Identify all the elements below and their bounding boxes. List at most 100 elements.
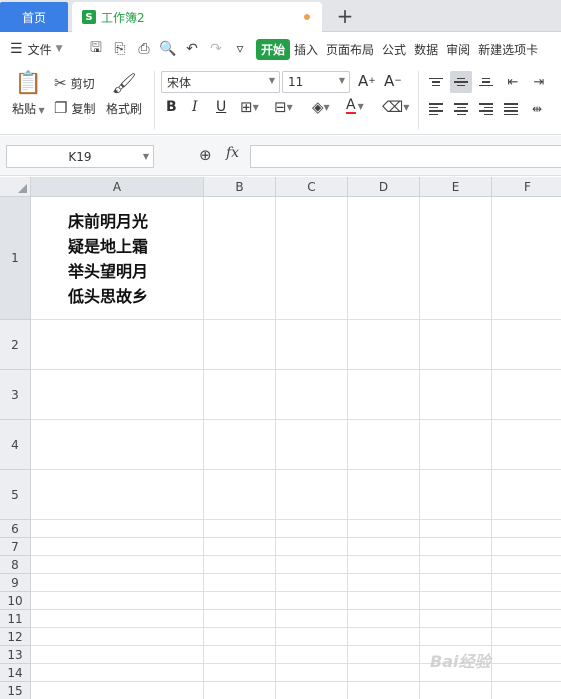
tab-home[interactable]: 首页 [0,2,68,32]
tab-workbook-label: 工作簿2 [101,10,145,25]
column-header-d[interactable]: D [348,177,420,197]
format-painter-label: 格式刷 [106,102,143,116]
grow-font-label: A [358,72,369,90]
ribbon-tab-formulas[interactable]: 公式 [378,41,410,58]
align-top-button[interactable] [425,71,447,93]
shrink-font-button[interactable]: A − [384,72,402,90]
chevron-down-icon: ▼ [268,76,275,85]
save-icon[interactable]: 🖫 [84,37,108,61]
unsaved-indicator [304,14,310,20]
select-all-corner[interactable] [0,177,31,197]
name-box-value: K19 [68,149,92,164]
align-bottom-button[interactable] [475,71,497,93]
italic-button[interactable]: I [192,99,198,115]
align-left-button[interactable] [425,98,447,120]
poem-line: 床前明月光 [68,212,149,231]
row-header-8[interactable]: 8 [0,556,31,574]
column-header-e[interactable]: E [420,177,492,197]
gridline [31,469,561,470]
print-icon[interactable]: ⎙ [132,41,156,57]
copy-icon: ❐ [54,99,68,117]
grow-font-button[interactable]: A + [358,72,376,90]
clear-button[interactable]: ⌫ ▼ [382,98,409,116]
gridline [31,519,561,520]
ribbon-tab-review[interactable]: 审阅 [442,41,474,58]
formula-input[interactable] [250,145,561,168]
format-painter-button[interactable]: 🖌 格式刷 [106,71,142,117]
tab-bar: 首页 S 工作簿2 + [0,0,561,32]
paint-bucket-icon: ◈ [312,98,324,116]
gridline [347,197,348,699]
cell-a1[interactable]: 床前明月光 疑是地上霜 举头望明月 低头思故乡 [68,209,148,309]
gridline [31,609,561,610]
gridline [31,369,561,370]
name-box[interactable]: K19 ▼ [6,145,154,168]
paste-button[interactable]: 📋 粘贴 ▼ [12,71,45,117]
font-color-button[interactable]: A ▼ [346,98,364,114]
ribbon: 📋 粘贴 ▼ ✂ 剪切 ❐ 复制 🖌 格式刷 宋体 ▼ 11 ▼ A + A − B… [0,65,561,135]
formula-bar: K19 ▼ ⊕ fx [0,136,561,176]
align-right-button[interactable] [475,98,497,120]
row-header-14[interactable]: 14 [0,664,31,682]
bold-button[interactable]: B [166,99,177,115]
tab-workbook[interactable]: S 工作簿2 [72,2,322,32]
align-middle-button[interactable] [450,71,472,93]
increase-indent-button[interactable]: ⇥ [528,71,550,93]
align-center-button[interactable] [450,98,472,120]
undo-icon[interactable]: ↶ [180,41,204,57]
new-tab-button[interactable]: + [334,4,356,28]
row-header-13[interactable]: 13 [0,646,31,664]
row-header-7[interactable]: 7 [0,538,31,556]
borders-icon: ⊞ [240,98,253,116]
ribbon-tab-new[interactable]: 新建选项卡 [474,41,542,58]
quick-access-toolbar: 🖫 ⎘ ⎙ 🔍 ↶ ↷ ▿ [84,37,252,61]
underline-button[interactable]: U [216,99,226,115]
justify-button[interactable] [500,98,522,120]
row-header-5[interactable]: 5 [0,470,31,520]
row-header-12[interactable]: 12 [0,628,31,646]
fx-icon[interactable]: fx [226,145,239,161]
row-header-10[interactable]: 10 [0,592,31,610]
copy-label: 复制 [71,101,96,116]
redo-icon[interactable]: ↷ [204,41,228,57]
ribbon-separator [418,71,419,129]
row-header-15[interactable]: 15 [0,682,31,699]
print-preview-icon[interactable]: 🔍 [156,41,180,57]
fill-format-button[interactable]: ⊟ ▼ [274,98,293,116]
outdent-icon: ⇤ [507,74,519,90]
row-header-1[interactable]: 1 [0,197,31,320]
borders-button[interactable]: ⊞ ▼ [240,98,259,116]
row-header-11[interactable]: 11 [0,610,31,628]
row-header-9[interactable]: 9 [0,574,31,592]
copy-button[interactable]: ❐ 复制 [54,99,95,117]
menu-row: ☰ 文件 ▼ 🖫 ⎘ ⎙ 🔍 ↶ ↷ ▿ 开始 插入 页面布局 公式 数据 审阅… [0,33,561,65]
fill-color-button[interactable]: ◈ ▼ [312,98,330,116]
column-header-a[interactable]: A [31,177,204,197]
ribbon-tab-page-layout[interactable]: 页面布局 [322,41,378,58]
ribbon-tab-home[interactable]: 开始 [256,38,291,60]
gridline [31,573,561,574]
font-size-select[interactable]: 11 ▼ [282,71,350,93]
spreadsheet-grid[interactable]: A B C D E F 1 2 3 4 5 6 7 8 9 10 11 12 1… [0,177,561,699]
column-header-c[interactable]: C [276,177,348,197]
row-header-4[interactable]: 4 [0,420,31,470]
column-header-b[interactable]: B [204,177,276,197]
cut-button[interactable]: ✂ 剪切 [54,74,95,92]
gridline [491,197,492,699]
row-header-3[interactable]: 3 [0,370,31,420]
row-header-6[interactable]: 6 [0,520,31,538]
distributed-align-button[interactable]: ⇹ [526,98,548,120]
zoom-icon[interactable]: ⊕ [199,146,212,164]
decrease-indent-button[interactable]: ⇤ [502,71,524,93]
ribbon-tab-insert[interactable]: 插入 [290,41,322,58]
file-menu[interactable]: ☰ 文件 ▼ [0,41,84,58]
row-header-2[interactable]: 2 [0,320,31,370]
ribbon-separator [154,71,155,129]
ribbon-tab-data[interactable]: 数据 [410,41,442,58]
customize-chevron-icon[interactable]: ▿ [228,41,252,57]
align-middle-icon [454,77,468,87]
export-icon[interactable]: ⎘ [108,41,132,57]
gridline [203,197,204,699]
column-header-f[interactable]: F [492,177,561,197]
font-name-select[interactable]: 宋体 ▼ [161,71,280,93]
